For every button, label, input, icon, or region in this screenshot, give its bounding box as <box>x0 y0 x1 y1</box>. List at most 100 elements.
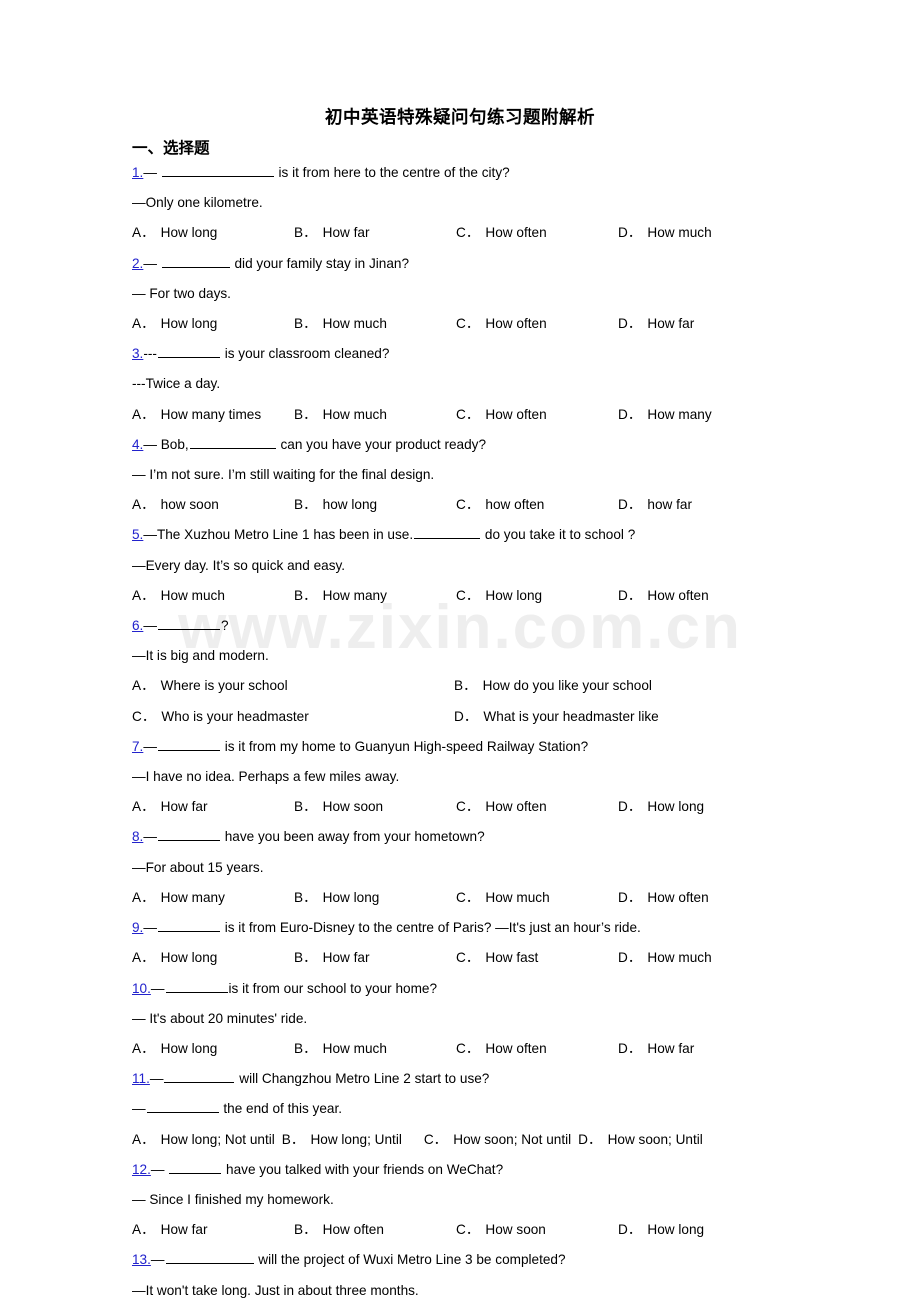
answer-blank[interactable] <box>189 437 276 449</box>
option-b[interactable]: B． How much <box>294 309 456 339</box>
option-b[interactable]: B． How long <box>294 883 456 913</box>
stem-suffix: will the project of Wuxi Metro Line 3 be… <box>254 1252 566 1268</box>
option-b[interactable]: B． how long <box>294 490 456 520</box>
option-a[interactable]: A． How much <box>132 581 294 611</box>
answer-blank[interactable] <box>157 346 220 359</box>
question-reply: —Only one kilometre. <box>132 195 263 211</box>
stem-suffix: will Changzhou Metro Line 2 start to use… <box>235 1071 490 1087</box>
question-item: 11.— will Changzhou Metro Line 2 start t… <box>132 1064 896 1155</box>
option-a[interactable]: A． How long <box>132 309 294 339</box>
option-d[interactable]: D． How far <box>618 1034 694 1064</box>
option-row: A． How long; Not until B． How long; Until C．… <box>132 1125 896 1155</box>
option-c[interactable]: C． How often <box>456 400 618 430</box>
question-item: 2.— did your family stay in Jinan? — For… <box>132 249 896 340</box>
question-number: 1. <box>132 165 144 181</box>
option-b[interactable]: B． How far <box>294 943 456 973</box>
option-d[interactable]: D． How often <box>618 581 709 611</box>
question-stem: 13.— will the project of Wuxi Metro Line… <box>132 1245 896 1275</box>
option-b[interactable]: B． How do you like your school <box>454 671 652 701</box>
option-d[interactable]: D． How soon; Until <box>578 1125 703 1155</box>
option-d[interactable]: D． How far <box>618 309 694 339</box>
option-b[interactable]: B． How soon <box>294 792 456 822</box>
answer-blank[interactable] <box>161 165 274 178</box>
question-item: 13.— will the project of Wuxi Metro Line… <box>132 1245 896 1305</box>
answer-blank[interactable] <box>157 739 220 751</box>
answer-blank[interactable] <box>161 256 230 268</box>
option-c[interactable]: C． How often <box>456 792 618 822</box>
question-stem: 2.— did your family stay in Jinan? <box>132 249 896 279</box>
option-a[interactable]: A． How far <box>132 792 294 822</box>
question-reply: —It is big and modern. <box>132 648 269 664</box>
option-a[interactable]: A． How long <box>132 218 294 248</box>
question-number: 2. <box>132 255 144 271</box>
option-d[interactable]: D． What is your headmaster like <box>454 702 659 732</box>
option-b[interactable]: B． How long; Until <box>282 1125 402 1155</box>
option-row: A． How much B． How many C． How long D． How ofte… <box>132 581 896 611</box>
option-a[interactable]: A． How far <box>132 1215 294 1245</box>
question-reply: — Since I finished my homework. <box>132 1191 334 1207</box>
question-item: 8.— have you been away from your hometow… <box>132 822 896 913</box>
option-d[interactable]: D． How much <box>618 943 712 973</box>
question-reply: — For two days. <box>132 285 231 301</box>
answer-blank[interactable] <box>157 920 220 933</box>
page-title: 初中英语特殊疑问句练习题附解析 <box>325 108 595 128</box>
option-c[interactable]: C． How much <box>456 883 618 913</box>
answer-blank[interactable] <box>414 527 481 540</box>
option-c[interactable]: C． How fast <box>456 943 618 973</box>
answer-blank[interactable] <box>165 1252 254 1265</box>
question-reply: —Every day. It’s so quick and easy. <box>132 557 346 573</box>
answer-blank[interactable] <box>146 1101 219 1114</box>
question-item: 4.— Bob, can you have your product ready… <box>132 430 896 521</box>
option-a[interactable]: A． How long <box>132 1034 294 1064</box>
option-c[interactable]: C． How often <box>456 309 618 339</box>
answer-blank[interactable] <box>157 618 220 631</box>
option-b[interactable]: B． How far <box>294 218 456 248</box>
option-d[interactable]: D． How long <box>618 1215 704 1245</box>
option-a[interactable]: A． How many times <box>132 400 294 430</box>
question-item: 3.--- is your classroom cleaned? ---Twic… <box>132 339 896 430</box>
option-c[interactable]: C． How soon; Not until <box>424 1125 571 1155</box>
answer-blank[interactable] <box>165 981 228 993</box>
option-c[interactable]: C． How often <box>456 218 618 248</box>
option-row: A． How many B． How long C． How much D． How ofte… <box>132 883 896 913</box>
question-stem: 8.— have you been away from your hometow… <box>132 822 896 852</box>
question-item: 1.— is it from here to the centre of the… <box>132 158 896 249</box>
option-row: A． Where is your school B． How do you like … <box>132 671 896 701</box>
answer-blank[interactable] <box>157 829 220 842</box>
option-b[interactable]: B． How often <box>294 1215 456 1245</box>
question-reply: —It won't take long. Just in about three… <box>132 1282 419 1298</box>
answer-blank[interactable] <box>169 1162 222 1174</box>
option-a[interactable]: A． how soon <box>132 490 294 520</box>
option-d[interactable]: D． how far <box>618 490 692 520</box>
stem-suffix: can you have your product ready? <box>276 436 487 452</box>
stem-prefix: — <box>143 920 157 936</box>
option-c[interactable]: C． how often <box>456 490 618 520</box>
option-d[interactable]: D． How long <box>618 792 704 822</box>
question-item: 7.— is it from my home to Guanyun High-s… <box>132 732 896 823</box>
question-number: 6. <box>132 618 144 634</box>
option-b[interactable]: B． How many <box>294 581 456 611</box>
option-a[interactable]: A． How long; Not until <box>132 1125 275 1155</box>
option-a[interactable]: A． How long <box>132 943 294 973</box>
option-c[interactable]: C． How often <box>456 1034 618 1064</box>
question-reply: ---Twice a day. <box>132 376 221 392</box>
answer-blank[interactable] <box>164 1071 235 1084</box>
option-b[interactable]: B． How much <box>294 1034 456 1064</box>
question-stem: 3.--- is your classroom cleaned? <box>132 339 896 369</box>
option-c[interactable]: C． How soon <box>456 1215 618 1245</box>
stem-suffix: did your family stay in Jinan? <box>230 255 410 271</box>
stem-suffix: is it from Euro-Disney to the centre of … <box>220 920 641 936</box>
option-d[interactable]: D． How much <box>618 218 712 248</box>
option-c[interactable]: C． Who is your headmaster <box>132 702 454 732</box>
option-a[interactable]: A． Where is your school <box>132 671 454 701</box>
stem-suffix: is it from my home to Guanyun High-speed… <box>220 738 589 754</box>
option-d[interactable]: D． How often <box>618 883 709 913</box>
question-reply: — It's about 20 minutes' ride. <box>132 1010 308 1026</box>
option-b[interactable]: B． How much <box>294 400 456 430</box>
question-item: 10.— is it from our school to your home? … <box>132 974 896 1065</box>
option-d[interactable]: D． How many <box>618 400 712 430</box>
option-a[interactable]: A． How many <box>132 883 294 913</box>
question-number: 3. <box>132 346 144 362</box>
option-row: A． how soon B． how long C． how often D． how far <box>132 490 896 520</box>
option-c[interactable]: C． How long <box>456 581 618 611</box>
